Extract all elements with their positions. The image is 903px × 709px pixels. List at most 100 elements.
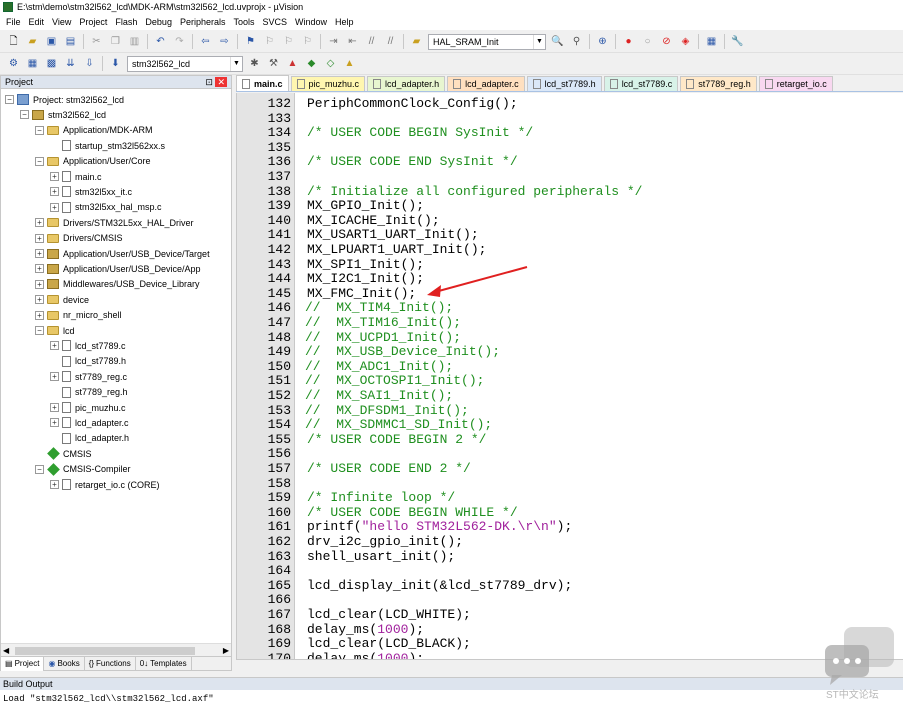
tree-item[interactable]: lcd_st7789.h xyxy=(50,354,126,369)
scrollbar-thumb[interactable] xyxy=(15,647,195,655)
uncomment-icon[interactable]: // xyxy=(383,34,398,49)
save-all-icon[interactable]: ▤ xyxy=(63,34,78,49)
editor-tab[interactable]: pic_muzhu.c xyxy=(290,76,366,91)
editor-scrollbar[interactable] xyxy=(236,659,903,671)
rebuild-icon[interactable]: ▩ xyxy=(44,56,59,71)
pack-installer-icon[interactable]: ◇ xyxy=(323,56,338,71)
code-editor[interactable]: 132 PeriphCommonClock_Config(); 133 134 /* U… xyxy=(236,93,903,659)
tree-item[interactable]: + Drivers/CMSIS xyxy=(35,231,123,246)
editor-tab[interactable]: retarget_io.c xyxy=(758,76,833,91)
incremental-find-icon[interactable]: ⚲ xyxy=(569,34,584,49)
expand-icon[interactable]: + xyxy=(35,233,44,243)
tree-item[interactable]: + device xyxy=(35,292,89,307)
nav-back-icon[interactable]: ⇦ xyxy=(198,34,213,49)
open-folder-icon[interactable]: ▰ xyxy=(25,34,40,49)
expand-icon[interactable]: + xyxy=(35,279,44,289)
tree-item[interactable]: + stm32l5xx_it.c xyxy=(50,184,132,199)
compile-icon[interactable]: ⚙ xyxy=(6,56,21,71)
menu-debug[interactable]: Debug xyxy=(141,14,176,30)
expand-icon[interactable]: + xyxy=(35,295,44,305)
bookmark-clear-icon[interactable]: ⚐ xyxy=(300,34,315,49)
expand-icon[interactable]: + xyxy=(50,418,59,428)
tree-item[interactable]: + main.c xyxy=(50,169,102,184)
tree-item[interactable]: + stm32l5xx_hal_msp.c xyxy=(50,200,162,215)
tab-functions[interactable]: {} Functions xyxy=(85,656,136,671)
manage-rte-icon[interactable]: ◆ xyxy=(304,56,319,71)
tree-item[interactable]: − Application/User/Core xyxy=(35,154,151,169)
expand-icon[interactable]: + xyxy=(35,218,44,228)
breakpoint-disable-icon[interactable]: ○ xyxy=(640,34,655,49)
tree-item[interactable]: + Application/User/USB_Device/Target xyxy=(35,246,210,261)
menu-peripherals[interactable]: Peripherals xyxy=(176,14,230,30)
expand-icon[interactable]: + xyxy=(50,341,59,351)
menu-view[interactable]: View xyxy=(48,14,75,30)
bookmark-icon[interactable]: ⚑ xyxy=(243,34,258,49)
configure-icon[interactable]: 🔧 xyxy=(730,34,745,49)
collapse-icon[interactable]: − xyxy=(35,326,44,335)
expand-icon[interactable]: + xyxy=(35,264,44,274)
tab-books[interactable]: ◉ Books xyxy=(44,656,85,671)
tree-item[interactable]: lcd_adapter.h xyxy=(50,431,129,446)
collapse-icon[interactable]: − xyxy=(35,125,44,135)
tree-item[interactable]: + st7789_reg.c xyxy=(50,369,127,384)
target-select[interactable]: stm32l562_lcd ▼ xyxy=(127,55,243,72)
tree-item[interactable]: − Project: stm32l562_lcd xyxy=(5,92,124,107)
bookmark-next-icon[interactable]: ⚐ xyxy=(281,34,296,49)
editor-tab[interactable]: main.c xyxy=(236,75,289,91)
breakpoint-clear-icon[interactable]: ⊘ xyxy=(659,34,674,49)
collapse-icon[interactable]: − xyxy=(20,110,29,120)
save-icon[interactable]: ▣ xyxy=(44,34,59,49)
menu-svcs[interactable]: SVCS xyxy=(259,14,292,30)
window-layout-icon[interactable]: ▦ xyxy=(704,34,719,49)
expand-icon[interactable]: + xyxy=(50,372,59,382)
expand-icon[interactable]: + xyxy=(50,403,59,412)
tree-item[interactable]: + Application/User/USB_Device/App xyxy=(35,261,201,276)
load-icon[interactable]: ⇩ xyxy=(82,56,97,71)
expand-icon[interactable]: + xyxy=(50,187,59,197)
menu-flash[interactable]: Flash xyxy=(111,14,141,30)
tab-templates[interactable]: 0↓ Templates xyxy=(136,656,192,671)
comment-icon[interactable]: // xyxy=(364,34,379,49)
menu-project[interactable]: Project xyxy=(75,14,111,30)
menu-help[interactable]: Help xyxy=(331,14,358,30)
tab-project[interactable]: ▤ Project xyxy=(1,656,45,671)
chevron-down-icon[interactable]: ▼ xyxy=(533,34,545,49)
expand-icon[interactable]: + xyxy=(50,480,59,489)
expand-icon[interactable]: + xyxy=(50,202,59,212)
cut-icon[interactable]: ✂ xyxy=(89,34,104,49)
editor-tab[interactable]: lcd_adapter.c xyxy=(447,76,525,91)
tree-item[interactable]: startup_stm32l562xx.s xyxy=(50,138,165,153)
target-options-icon[interactable]: ✱ xyxy=(247,56,262,71)
editor-tab[interactable]: lcd_st7789.c xyxy=(603,76,679,91)
collapse-icon[interactable]: − xyxy=(35,464,44,474)
scroll-right-icon[interactable]: ▶ xyxy=(223,646,229,655)
tree-item[interactable]: + retarget_io.c (CORE) xyxy=(50,477,160,492)
expand-icon[interactable]: + xyxy=(35,249,44,258)
redo-icon[interactable]: ↷ xyxy=(172,34,187,49)
expand-icon[interactable]: + xyxy=(35,310,44,320)
menu-edit[interactable]: Edit xyxy=(25,14,49,30)
chevron-down-icon[interactable]: ▼ xyxy=(230,56,242,71)
pin-icon[interactable]: ⊡ xyxy=(205,77,213,87)
horizontal-scrollbar[interactable]: ◀ ▶ xyxy=(1,643,231,657)
tree-item[interactable]: + lcd_st7789.c xyxy=(50,338,126,353)
menu-window[interactable]: Window xyxy=(291,14,331,30)
copy-icon[interactable]: ❐ xyxy=(108,34,123,49)
tree-item[interactable]: + lcd_adapter.c xyxy=(50,415,129,430)
expand-icon[interactable]: + xyxy=(50,172,59,181)
bookmark-prev-icon[interactable]: ⚐ xyxy=(262,34,277,49)
indent-icon[interactable]: ⇥ xyxy=(326,34,341,49)
tree-item[interactable]: + Middlewares/USB_Device_Library xyxy=(35,277,200,292)
tree-item[interactable]: + Drivers/STM32L5xx_HAL_Driver xyxy=(35,215,194,230)
debug-session-icon[interactable]: ⊕ xyxy=(595,34,610,49)
collapse-icon[interactable]: − xyxy=(5,95,14,104)
editor-tab[interactable]: st7789_reg.h xyxy=(680,76,757,91)
file-extensions-icon[interactable]: ⚒ xyxy=(266,56,281,71)
tree-item[interactable]: − CMSIS-Compiler xyxy=(35,462,131,477)
unindent-icon[interactable]: ⇤ xyxy=(345,34,360,49)
scroll-left-icon[interactable]: ◀ xyxy=(3,646,9,655)
collapse-icon[interactable]: − xyxy=(35,156,44,166)
download-icon[interactable]: ⬇ xyxy=(108,56,123,71)
tree-item[interactable]: − stm32l562_lcd xyxy=(20,107,106,122)
find-in-files-icon[interactable]: ▰ xyxy=(409,34,424,49)
